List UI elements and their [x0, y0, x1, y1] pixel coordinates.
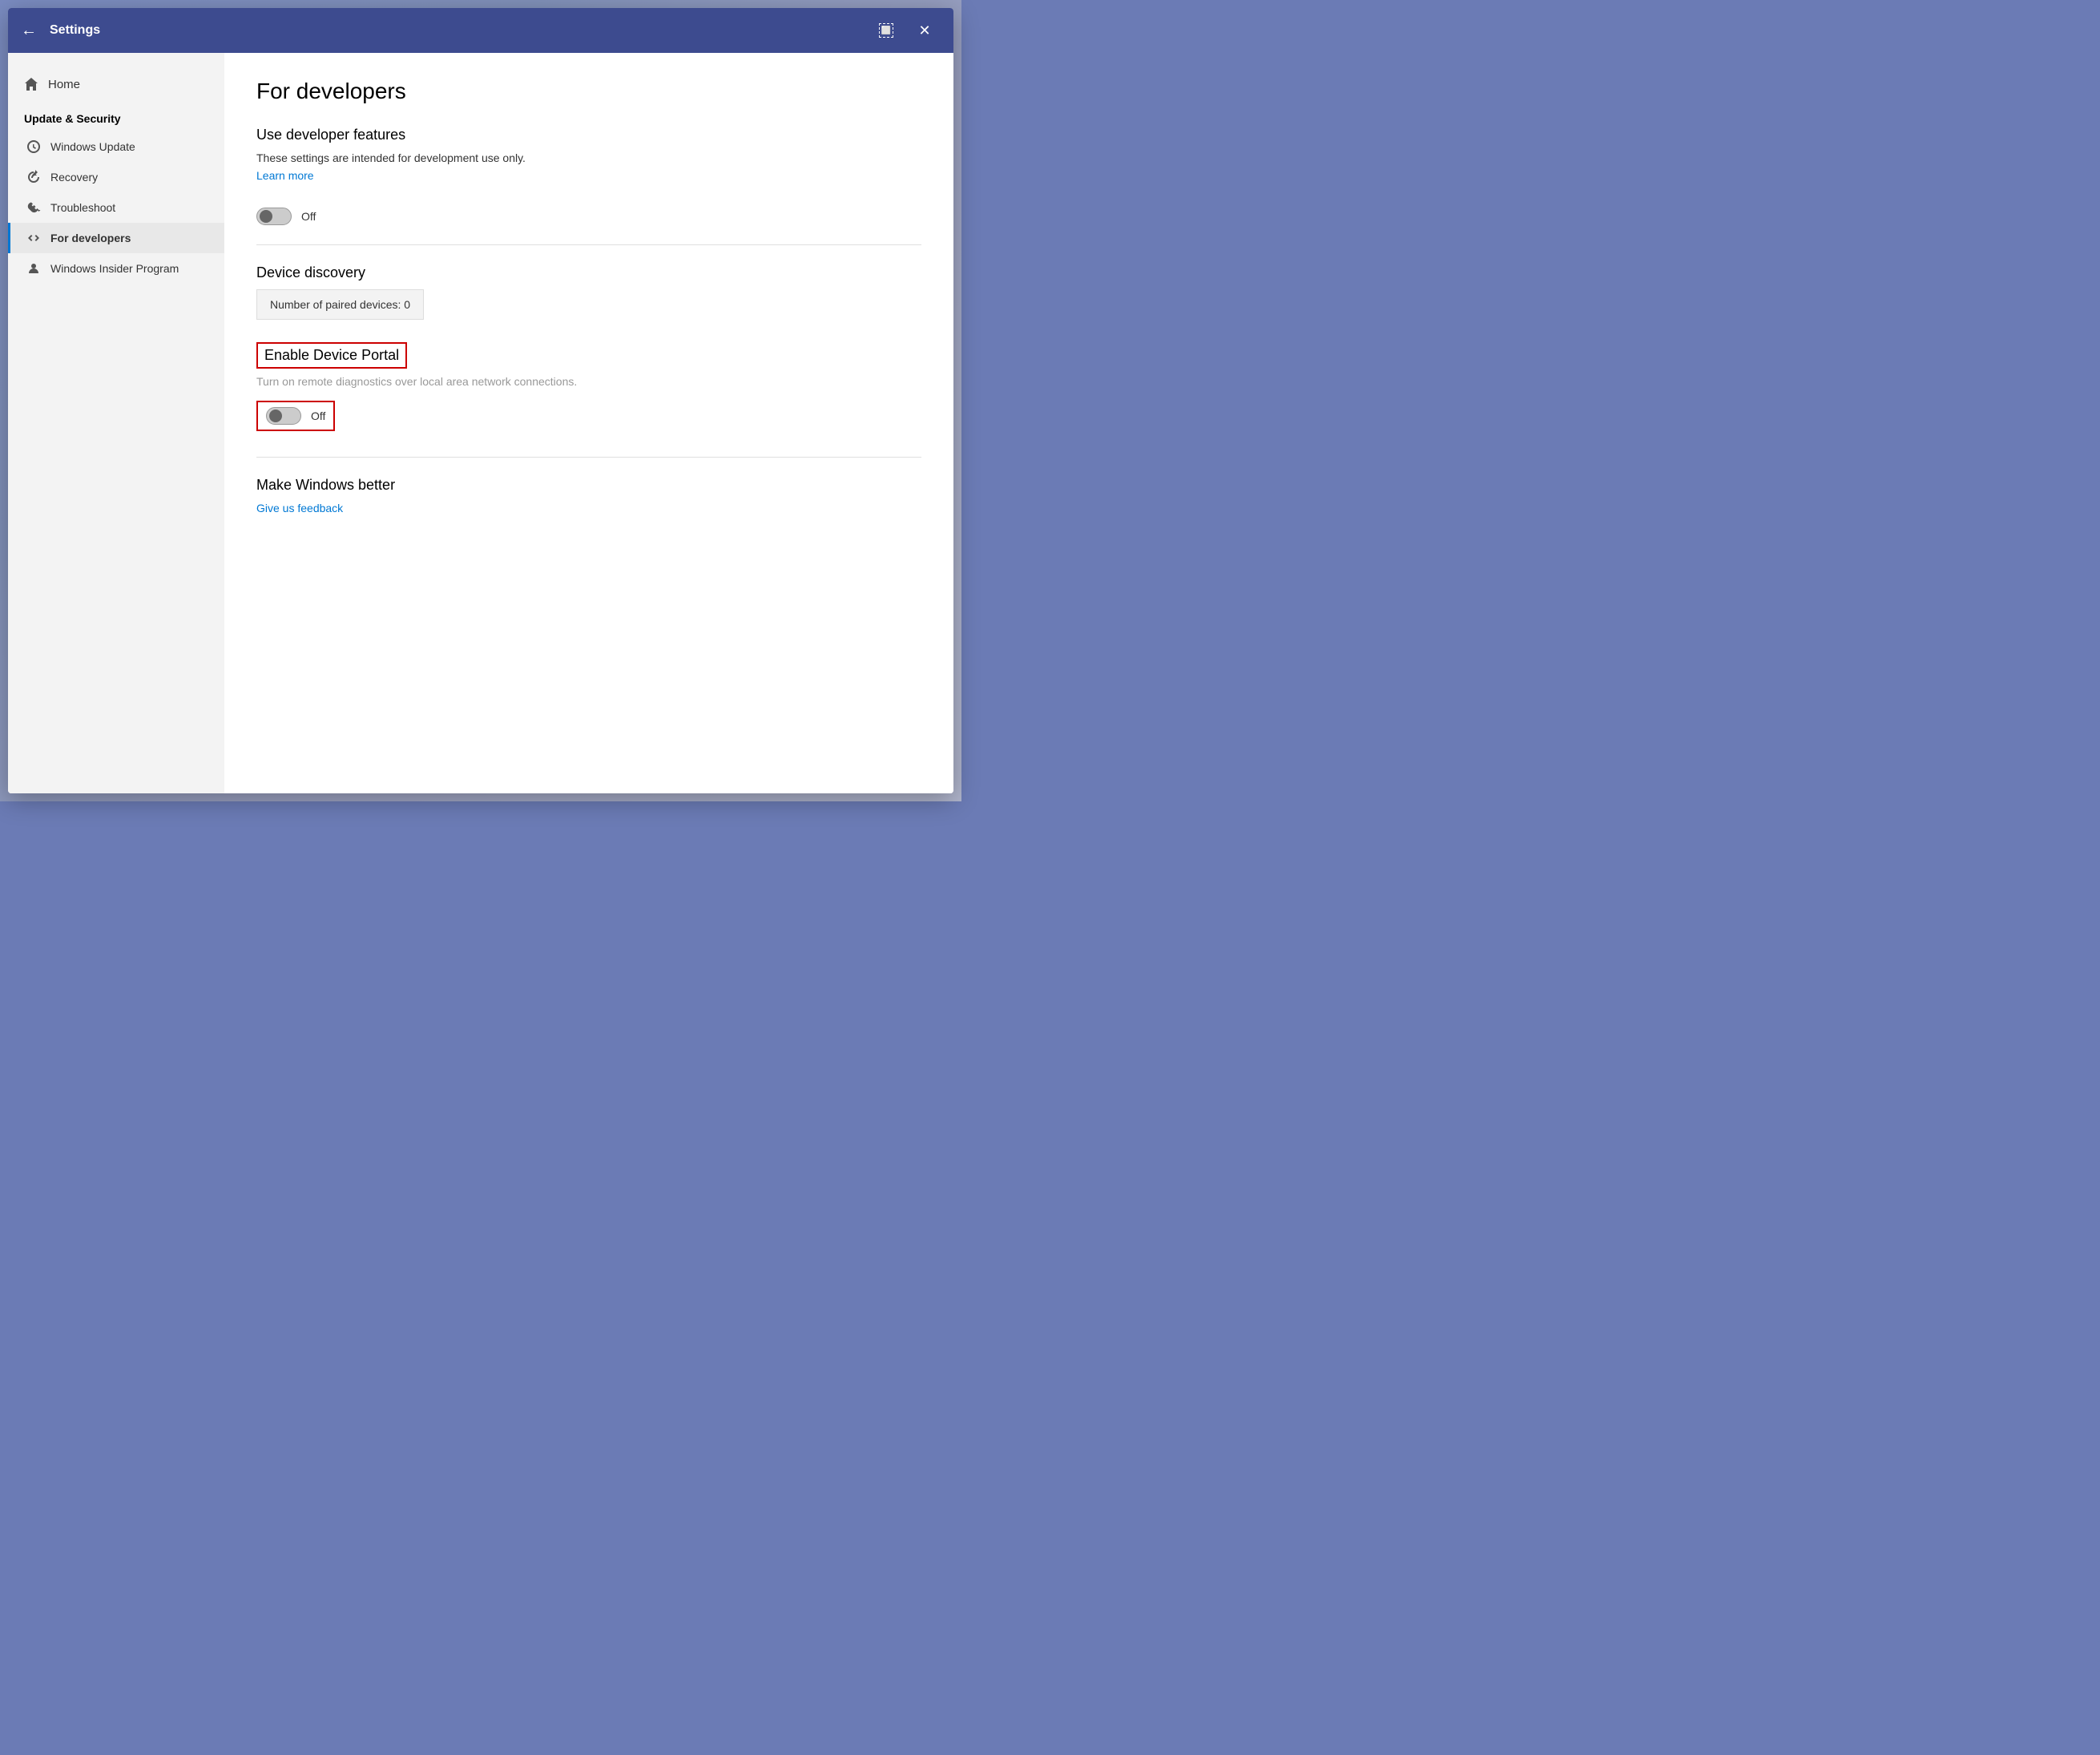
enable-device-portal-highlight: Enable Device Portal — [256, 342, 407, 369]
paired-devices-text: Number of paired devices: 0 — [270, 298, 410, 311]
give-feedback-link[interactable]: Give us feedback — [256, 502, 343, 514]
snap-button[interactable]: ⬜ — [870, 14, 902, 46]
device-discovery-title: Device discovery — [256, 264, 921, 281]
home-icon — [24, 77, 38, 91]
developer-features-toggle-label: Off — [301, 210, 316, 223]
window-controls: ⬜ ✕ — [870, 14, 941, 46]
update-icon — [26, 139, 41, 154]
sidebar-item-windows-insider[interactable]: Windows Insider Program — [8, 253, 224, 284]
sidebar-item-recovery[interactable]: Recovery — [8, 162, 224, 192]
settings-window: ← Settings ⬜ ✕ Home Update & Security — [8, 8, 953, 793]
sidebar: Home Update & Security Windows Update Re… — [8, 53, 224, 793]
toggle-knob — [260, 210, 272, 223]
divider-2 — [256, 457, 921, 458]
sidebar-item-troubleshoot[interactable]: Troubleshoot — [8, 192, 224, 223]
divider-1 — [256, 244, 921, 245]
sidebar-item-for-developers[interactable]: For developers — [8, 223, 224, 253]
insider-icon — [26, 261, 41, 276]
sidebar-windows-insider-label: Windows Insider Program — [50, 262, 179, 275]
main-content: For developers Use developer features Th… — [224, 53, 953, 793]
make-windows-better-title: Make Windows better — [256, 477, 921, 494]
title-bar: ← Settings ⬜ ✕ — [8, 8, 953, 53]
sidebar-for-developers-label: For developers — [50, 232, 131, 244]
developers-icon — [26, 231, 41, 245]
close-button[interactable]: ✕ — [909, 14, 941, 46]
sidebar-home-label: Home — [48, 78, 80, 91]
enable-device-portal-toggle-row: Off — [256, 401, 335, 431]
back-button[interactable]: ← — [21, 22, 37, 40]
sidebar-item-windows-update[interactable]: Windows Update — [8, 131, 224, 162]
make-windows-better-section: Make Windows better Give us feedback — [256, 477, 921, 527]
learn-more-link[interactable]: Learn more — [256, 169, 314, 182]
sidebar-item-home[interactable]: Home — [8, 69, 224, 99]
enable-device-portal-desc: Turn on remote diagnostics over local ar… — [256, 375, 921, 388]
sidebar-recovery-label: Recovery — [50, 171, 98, 184]
recovery-icon — [26, 170, 41, 184]
troubleshoot-icon — [26, 200, 41, 215]
developer-features-toggle[interactable] — [256, 208, 292, 225]
enable-device-portal-toggle-label: Off — [311, 410, 325, 422]
content-area: Home Update & Security Windows Update Re… — [8, 53, 953, 793]
sidebar-section-title: Update & Security — [8, 99, 224, 131]
developer-features-title: Use developer features — [256, 127, 921, 143]
page-title: For developers — [256, 79, 921, 104]
developer-features-toggle-row: Off — [256, 208, 921, 225]
window-title: Settings — [50, 23, 870, 38]
developer-features-desc: These settings are intended for developm… — [256, 151, 921, 164]
enable-device-portal-title: Enable Device Portal — [264, 347, 399, 364]
sidebar-windows-update-label: Windows Update — [50, 140, 135, 153]
device-portal-toggle-knob — [269, 410, 282, 422]
sidebar-troubleshoot-label: Troubleshoot — [50, 201, 115, 214]
device-discovery-section: Device discovery Number of paired device… — [256, 264, 921, 336]
paired-devices-box: Number of paired devices: 0 — [256, 289, 424, 320]
enable-device-portal-toggle[interactable] — [266, 407, 301, 425]
